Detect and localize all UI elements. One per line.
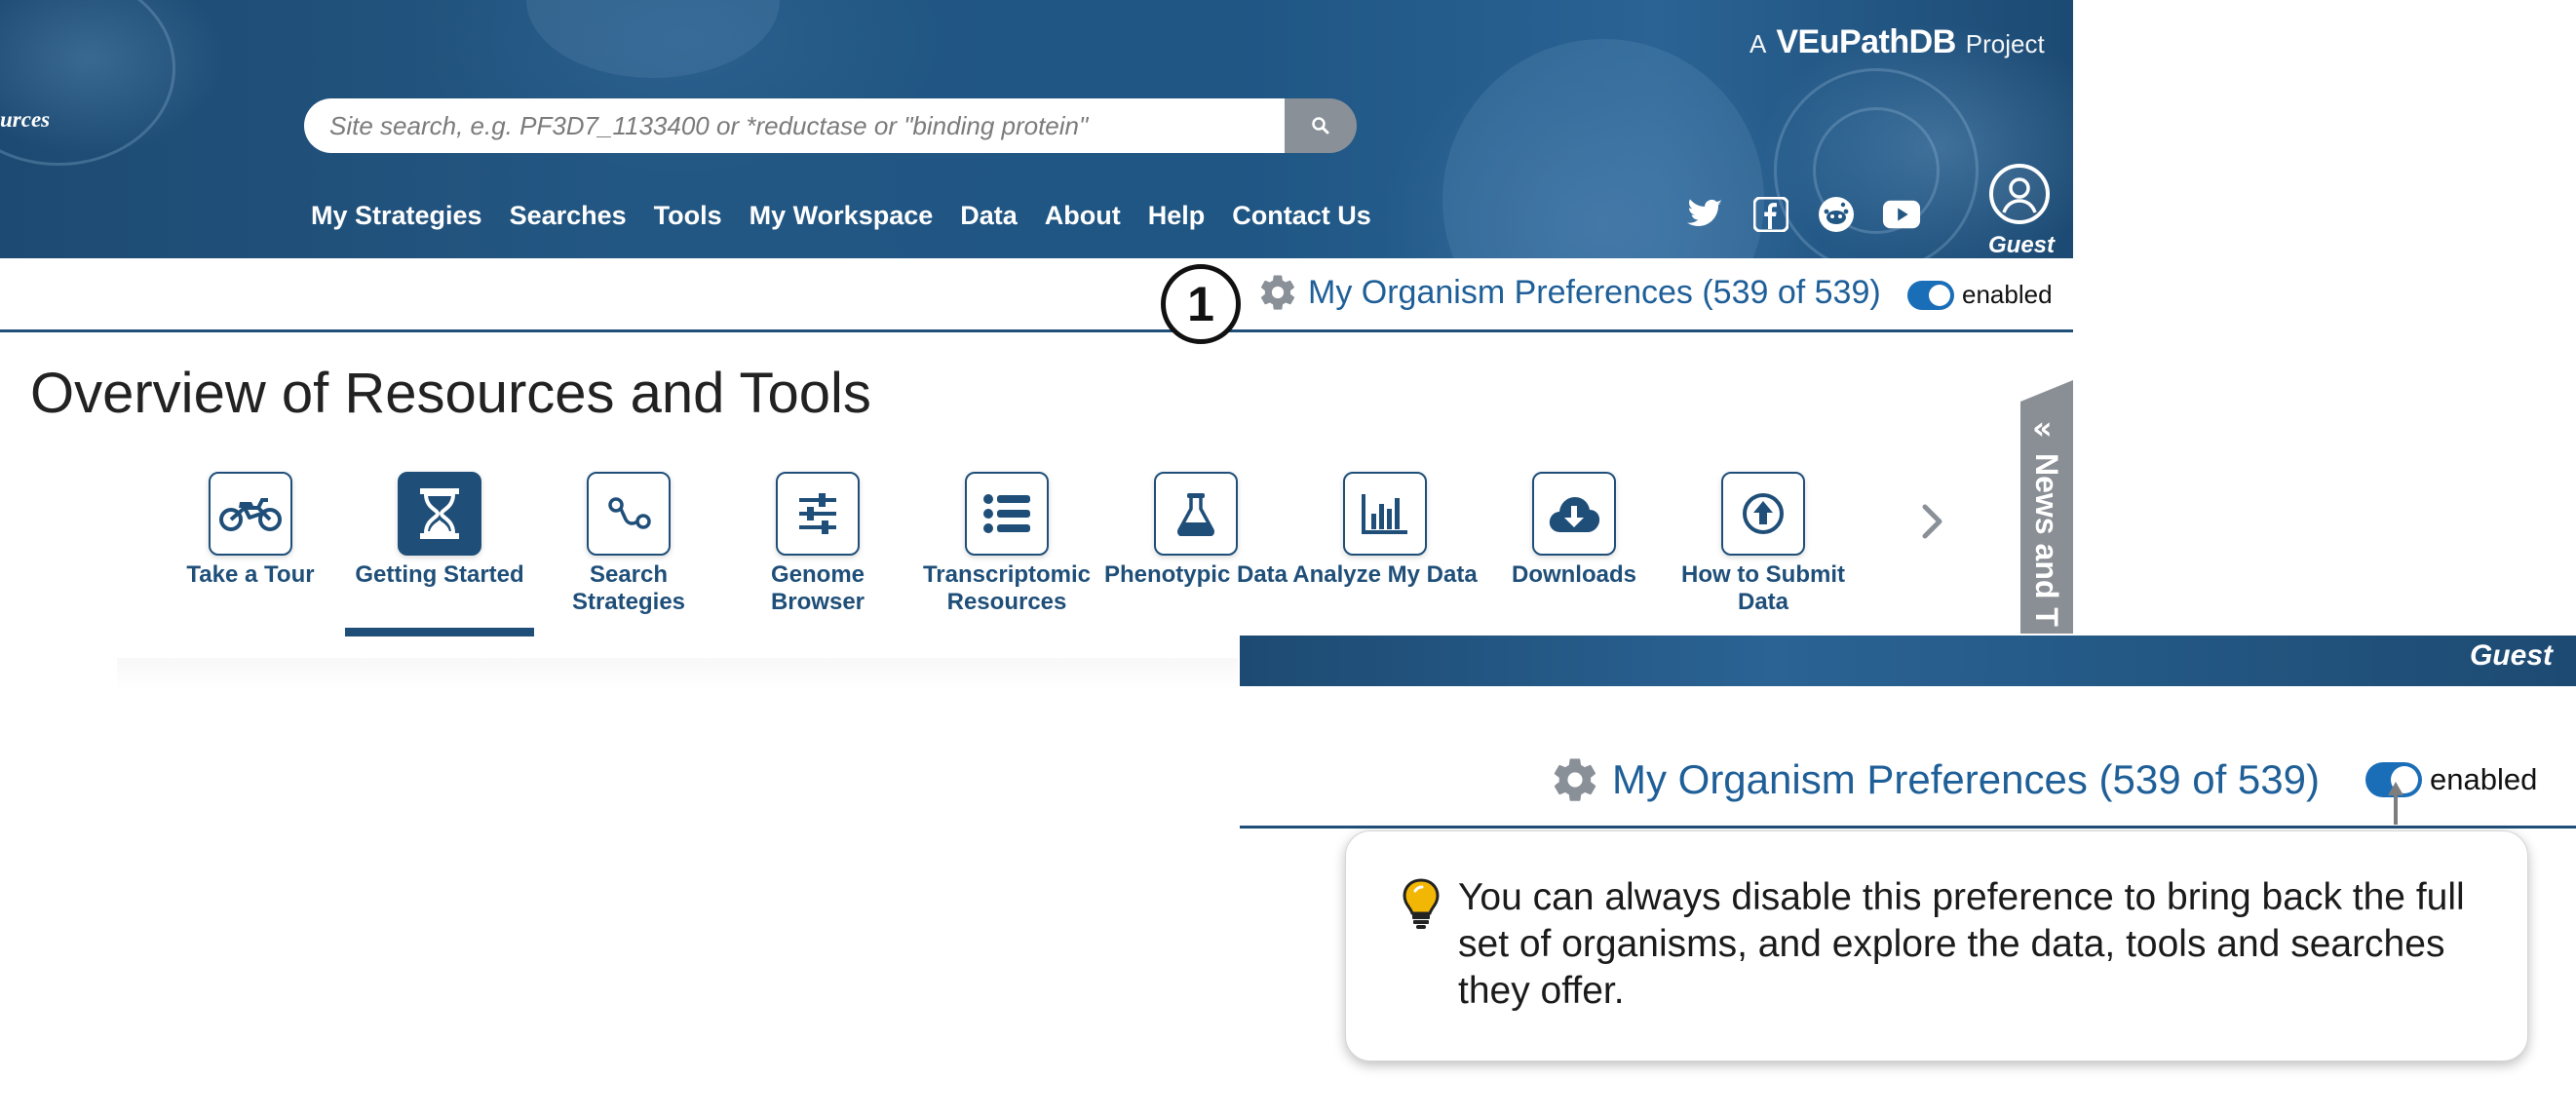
gear-icon	[1554, 758, 1596, 801]
tool-icon-box	[1721, 472, 1805, 556]
tool-search-strategies[interactable]: Search Strategies	[534, 472, 723, 616]
youtube-icon[interactable]	[1882, 195, 1921, 234]
tool-label: Analyze My Data	[1292, 561, 1478, 588]
lightbulb-icon	[1403, 878, 1440, 929]
facebook-icon[interactable]	[1751, 195, 1790, 234]
nav-my-strategies[interactable]: My Strategies	[297, 195, 496, 237]
brand-prefix: A	[1749, 29, 1767, 58]
reddit-icon[interactable]	[1817, 195, 1856, 234]
tool-icon-box	[965, 472, 1049, 556]
tools-carousel: Take a Tour Getting Started Search Strat…	[156, 472, 1858, 636]
zoomed-header-strip: Guest	[1240, 636, 2576, 686]
bar-chart-icon	[1362, 494, 1407, 534]
tool-getting-started[interactable]: Getting Started	[345, 472, 534, 636]
nav-data[interactable]: Data	[946, 195, 1031, 237]
site-search	[304, 98, 1357, 153]
tip-text: You can always disable this preference t…	[1458, 876, 2465, 1012]
tip-callout: You can always disable this preference t…	[1345, 830, 2528, 1061]
tool-icon-box	[1532, 472, 1616, 556]
tool-transcriptomic-resources[interactable]: Transcriptomic Resources	[912, 472, 1101, 616]
user-avatar-icon[interactable]	[1989, 164, 2050, 224]
search-icon	[1312, 117, 1329, 135]
nav-searches[interactable]: Searches	[496, 195, 640, 237]
search-input[interactable]	[304, 98, 1285, 153]
zoomed-organism-preferences-bar: My Organism Preferences (539 of 539) ena…	[1240, 686, 2576, 829]
arrow-up-icon	[2388, 782, 2403, 825]
nav-help[interactable]: Help	[1134, 195, 1219, 237]
tool-label: Getting Started	[355, 561, 524, 588]
vpdb-brand[interactable]: A VEuPathDB Project	[1749, 23, 2045, 61]
tool-label: Take a Tour	[186, 561, 315, 588]
organism-preferences-label: My Organism Preferences (539 of 539)	[1308, 273, 1881, 311]
main-nav: My Strategies Searches Tools My Workspac…	[297, 195, 1385, 237]
organism-preferences-bar: My Organism Preferences (539 of 539) ena…	[0, 258, 2073, 332]
tool-label: Genome Browser	[770, 561, 865, 615]
double-chevron-left-icon: «	[2032, 409, 2053, 446]
cloud-download-icon	[1549, 497, 1600, 532]
nav-about[interactable]: About	[1031, 195, 1134, 237]
tool-take-a-tour[interactable]: Take a Tour	[156, 472, 345, 616]
zoomed-callout-inset: Guest My Organism Preferences (539 of 53…	[1240, 636, 2576, 1118]
sliders-icon	[799, 493, 836, 534]
tool-icon-box	[587, 472, 671, 556]
list-icon	[983, 494, 1030, 533]
chevron-right-icon	[1922, 504, 1942, 539]
tool-label: Search Strategies	[571, 561, 686, 615]
brand-name: VEuPathDB	[1776, 23, 1956, 60]
flask-icon	[1177, 493, 1214, 536]
tool-label: Transcriptomic Resources	[922, 561, 1092, 615]
site-name-fragment[interactable]: urces	[0, 107, 50, 133]
decor-ring	[0, 0, 175, 166]
tool-icon-box	[776, 472, 860, 556]
organism-preferences-toggle[interactable]	[1907, 280, 1954, 310]
strategy-icon	[608, 497, 651, 529]
organism-preferences-label: My Organism Preferences (539 of 539)	[1612, 756, 2320, 802]
organism-preferences-link[interactable]: My Organism Preferences (539 of 539)	[1550, 754, 2320, 805]
tool-label: Downloads	[1511, 561, 1636, 588]
carousel-next-button[interactable]	[1913, 497, 1952, 546]
tool-icon-box	[1343, 472, 1427, 556]
brand-suffix: Project	[1965, 29, 2045, 58]
section-divider	[117, 658, 1238, 691]
tool-analyze-my-data[interactable]: Analyze My Data	[1290, 472, 1480, 616]
gear-icon	[1260, 275, 1295, 310]
toggle-state-label: enabled	[2430, 762, 2538, 796]
motorcycle-icon	[219, 498, 282, 531]
user-label[interactable]: Guest	[1988, 232, 2055, 258]
tool-label: How to Submit Data	[1681, 561, 1845, 615]
site-header-banner: A VEuPathDB Project urces My Strategies …	[0, 0, 2073, 258]
tool-icon-box	[398, 472, 481, 556]
hourglass-icon	[420, 488, 459, 539]
active-tab-underline	[345, 628, 534, 636]
tool-how-to-submit-data[interactable]: How to Submit Data	[1669, 472, 1858, 616]
upload-circle-icon	[1743, 493, 1784, 534]
organism-preferences-link[interactable]: My Organism Preferences (539 of 539)	[1257, 272, 1881, 313]
tool-label: Phenotypic Data	[1103, 561, 1288, 588]
search-button[interactable]	[1285, 98, 1357, 153]
organism-preferences-toggle-group: enabled	[1907, 280, 2053, 310]
tool-genome-browser[interactable]: Genome Browser	[723, 472, 912, 616]
step-number-badge: 1	[1161, 264, 1241, 344]
social-links	[1686, 195, 1921, 234]
tool-phenotypic-data[interactable]: Phenotypic Data	[1101, 472, 1290, 616]
toggle-state-label: enabled	[1962, 280, 2053, 309]
nav-my-workspace[interactable]: My Workspace	[736, 195, 947, 237]
twitter-icon[interactable]	[1686, 195, 1725, 234]
nav-tools[interactable]: Tools	[640, 195, 736, 237]
news-tab-label: News and T	[2029, 453, 2064, 627]
page-title: Overview of Resources and Tools	[30, 362, 871, 425]
tool-icon-box	[1154, 472, 1238, 556]
tool-icon-box	[209, 472, 292, 556]
nav-contact-us[interactable]: Contact Us	[1218, 195, 1385, 237]
tool-downloads[interactable]: Downloads	[1480, 472, 1669, 616]
user-label[interactable]: Guest	[2470, 639, 2553, 673]
decor-blob	[526, 0, 780, 78]
